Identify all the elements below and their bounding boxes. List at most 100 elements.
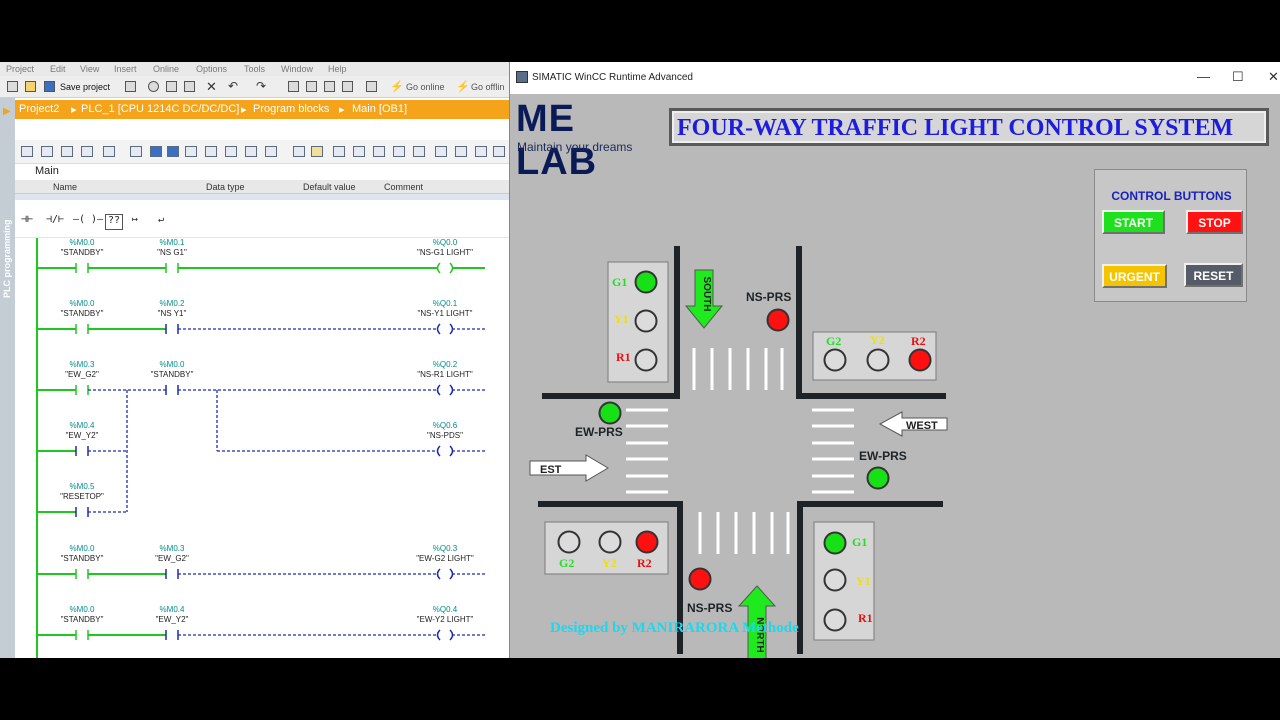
coil-button[interactable]: –( )–	[73, 214, 103, 230]
editor-tool-icon[interactable]	[61, 146, 73, 157]
breadcrumb-main-ob1[interactable]: Main [OB1]	[352, 103, 407, 115]
nc-contact-button[interactable]: ⊣/⊢	[46, 214, 64, 230]
column-comment: Comment	[384, 182, 424, 192]
editor-tool-icon[interactable]	[373, 146, 385, 157]
lamp-ns1-yellow	[634, 309, 658, 333]
save-project-button[interactable]: Save project	[60, 82, 110, 92]
window-title: SIMATIC WinCC Runtime Advanced	[532, 72, 693, 83]
column-data-type: Data type	[206, 182, 245, 192]
menu-view[interactable]: View	[80, 64, 99, 74]
insert-row-icon[interactable]	[167, 146, 179, 157]
contact-address: %M0.0	[160, 360, 185, 369]
coil-left-arc	[436, 384, 441, 396]
screen-title-box: FOUR-WAY TRAFFIC LIGHT CONTROL SYSTEM	[669, 108, 1269, 146]
no-contact-button[interactable]: ⊣⊢	[21, 214, 33, 230]
paste-icon[interactable]	[184, 81, 195, 92]
download-icon[interactable]	[324, 81, 335, 92]
editor-tool-icon[interactable]	[81, 146, 93, 157]
open-all-networks-icon[interactable]	[245, 146, 257, 157]
label-y2: Y2	[870, 333, 885, 347]
breadcrumb-program-blocks[interactable]: Program blocks	[253, 103, 329, 115]
show-tag-info-icon[interactable]	[293, 146, 305, 157]
menu-insert[interactable]: Insert	[114, 64, 137, 74]
coil-left-arc	[436, 629, 441, 641]
ped-label-ns-top: NS-PRS	[746, 290, 791, 304]
empty-box-button[interactable]: ??	[105, 214, 124, 230]
open-branch-button[interactable]: ↦	[132, 214, 138, 230]
ped-signal-ew-right	[866, 466, 890, 490]
menu-online[interactable]: Online	[153, 64, 179, 74]
editor-tool-icon[interactable]	[393, 146, 405, 157]
redo-icon[interactable]: ↷	[256, 79, 266, 93]
go-to-error-icon[interactable]	[333, 146, 345, 157]
menu-tools[interactable]: Tools	[244, 64, 265, 74]
simulation-icon[interactable]	[366, 81, 377, 92]
label-y1: Y1	[614, 312, 629, 326]
ladder-diagram: %M0.0"STANDBY"%M0.1"NS G1"%Q0.0"NS-G1 LI…	[36, 238, 485, 658]
contact-tag: "STANDBY"	[61, 309, 104, 318]
delete-network-icon[interactable]	[150, 146, 162, 157]
interface-row-input[interactable]	[15, 194, 509, 200]
coil-left-arc	[436, 568, 441, 580]
contact-address: %M0.0	[70, 605, 95, 614]
editor-tool-icon[interactable]	[455, 146, 467, 157]
zoom-icon[interactable]	[225, 146, 237, 157]
upload-icon[interactable]	[342, 81, 353, 92]
editor-tool-icon[interactable]	[21, 146, 33, 157]
editor-tool-icon[interactable]	[103, 146, 115, 157]
editor-tool-icon[interactable]	[41, 146, 53, 157]
print-icon[interactable]	[125, 81, 136, 92]
label-g2: G2	[826, 334, 841, 348]
editor-tool-icon[interactable]	[413, 146, 425, 157]
expand-arrow-icon[interactable]: ▶	[3, 106, 11, 117]
plc-programming-side-tab[interactable]: ▶ PLC programming	[0, 98, 15, 658]
lamp-ns1-red	[634, 348, 658, 372]
open-project-icon[interactable]	[25, 81, 36, 92]
lamp-ew2-yellow	[866, 348, 890, 372]
menu-edit[interactable]: Edit	[50, 64, 66, 74]
column-name: Name	[53, 182, 78, 192]
undo-icon[interactable]: ↶	[228, 79, 238, 93]
menu-options[interactable]: Options	[196, 64, 227, 74]
contact-tag: "EW_Y2"	[156, 615, 189, 624]
save-icon[interactable]	[44, 81, 55, 92]
coil-tag: "EW-G2 LIGHT"	[416, 554, 474, 563]
breadcrumb-plc[interactable]: PLC_1 [CPU 1214C DC/DC/DC]	[81, 103, 239, 115]
network-overview-icon[interactable]	[205, 146, 217, 157]
editor-tool-icon[interactable]	[435, 146, 447, 157]
lamp-ew2b-red	[635, 530, 659, 554]
close-all-networks-icon[interactable]	[265, 146, 277, 157]
copy-icon[interactable]	[166, 81, 177, 92]
menu-help[interactable]: Help	[328, 64, 347, 74]
ped-signal-ns-bottom	[688, 567, 712, 591]
editor-tool-icon[interactable]	[353, 146, 365, 157]
new-project-icon[interactable]	[7, 81, 18, 92]
compile-icon[interactable]	[306, 81, 317, 92]
menu-bar: Project Edit View Insert Online Options …	[0, 62, 509, 76]
go-online-button[interactable]: Go online	[406, 82, 445, 92]
menu-project[interactable]: Project	[6, 64, 34, 74]
go-offline-button[interactable]: Go offlin	[471, 82, 504, 92]
breadcrumb-project[interactable]: Project2	[19, 103, 59, 115]
ladder-instruction-bar: ⊣⊢ ⊣/⊢ –( )– ?? ↦ ↵	[15, 208, 509, 238]
lamp-ew2b-green	[557, 530, 581, 554]
insert-network-icon[interactable]	[130, 146, 142, 157]
ped-label-ew-right: EW-PRS	[859, 449, 907, 463]
close-branch-button[interactable]: ↵	[158, 214, 164, 230]
delete-icon[interactable]: ✕	[206, 79, 217, 95]
favorites-icon[interactable]	[311, 146, 323, 157]
editor-tool-icon[interactable]	[493, 146, 505, 157]
cut-icon[interactable]	[148, 81, 159, 92]
editor-tool-icon[interactable]	[475, 146, 487, 157]
split-editor-icon[interactable]	[288, 81, 299, 92]
minimize-icon[interactable]: —	[1197, 69, 1210, 84]
menu-window[interactable]: Window	[281, 64, 313, 74]
close-icon[interactable]: ✕	[1268, 69, 1279, 85]
window-titlebar: SIMATIC WinCC Runtime Advanced — ☐ ✕	[510, 62, 1280, 94]
block-editor-toolbar	[15, 140, 509, 164]
column-default-value: Default value	[303, 182, 356, 192]
lamp-ns1b-green	[823, 531, 847, 555]
absolute-operands-icon[interactable]	[185, 146, 197, 157]
contact-tag: "EW_G2"	[65, 370, 99, 379]
maximize-icon[interactable]: ☐	[1232, 69, 1244, 85]
